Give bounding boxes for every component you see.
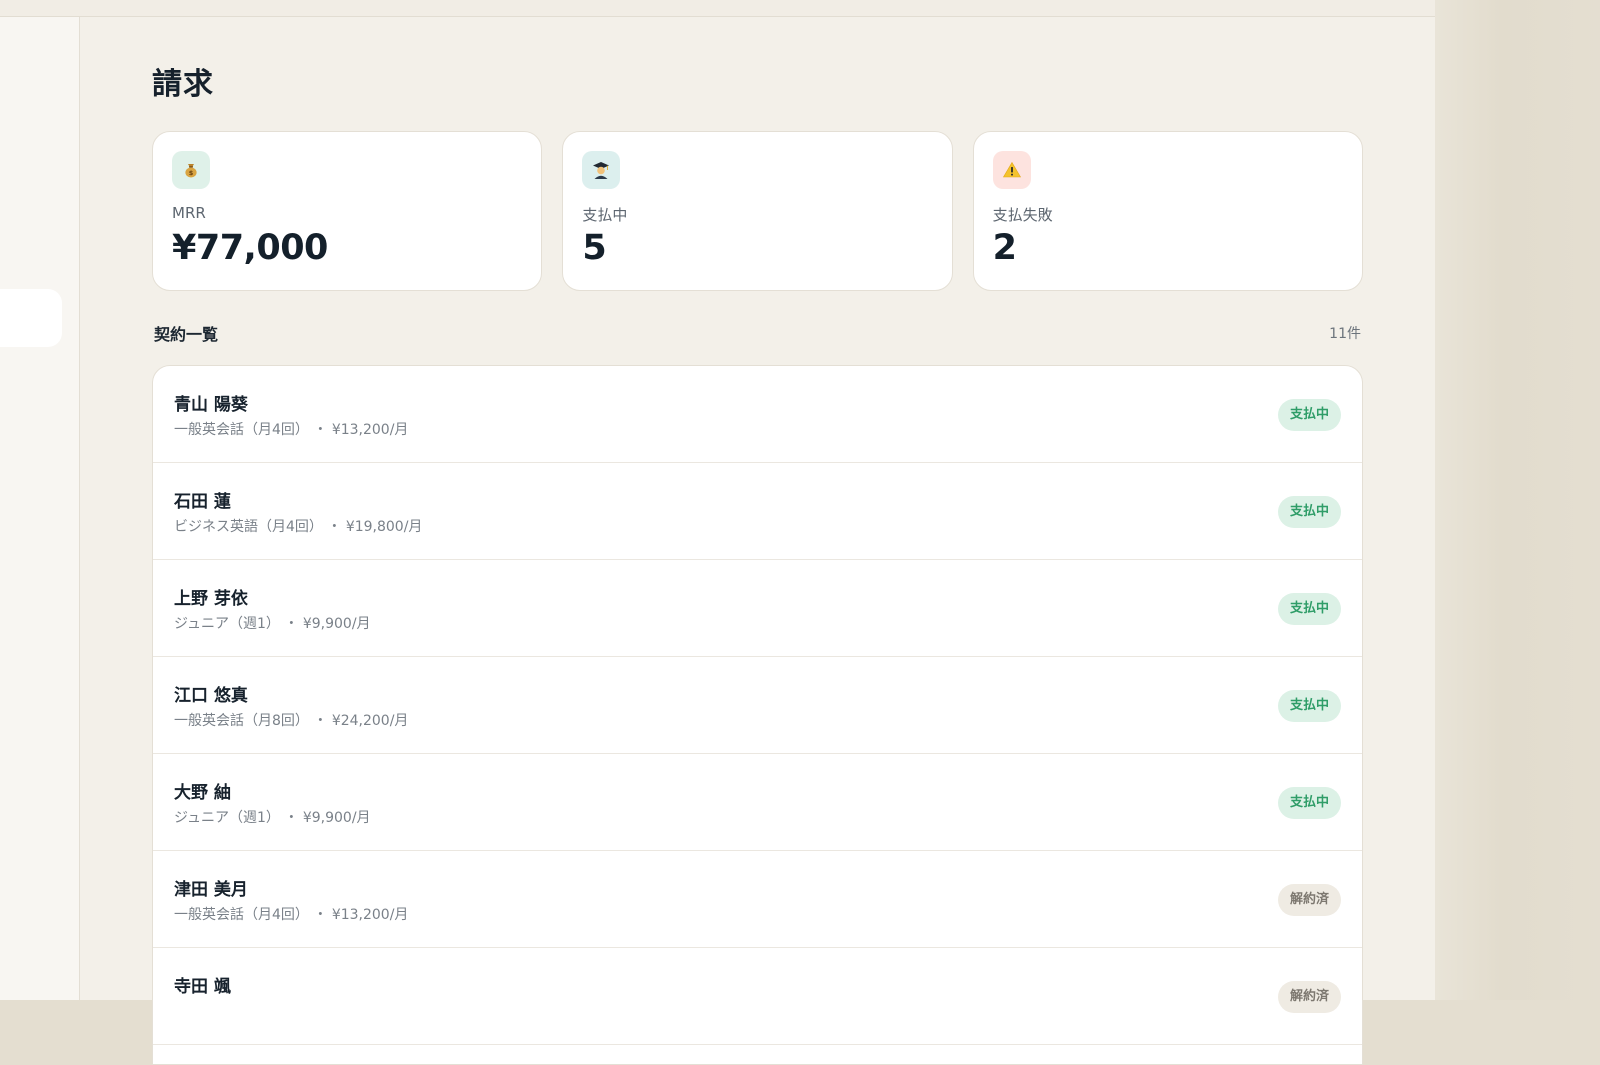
plan-name: ビジネス英語（月4回） (174, 519, 323, 535)
student-name: 津田 美月 (174, 880, 248, 900)
app-window: 請求 $ MRR ¥77,000 支払中 5 支払失敗 2 契約一覧 11件 青… (0, 0, 1435, 1065)
stat-card-failed: 支払失敗 2 (972, 131, 1363, 291)
status-badge: 解約済 (1277, 981, 1341, 1013)
stat-value: ¥77,000 (172, 228, 328, 268)
contract-row[interactable]: 青山 陽葵 一般英会話（月4回） ・ ¥13,200/月 支払中 (153, 366, 1362, 463)
status-badge: 支払中 (1277, 690, 1341, 722)
plan-detail: ジュニア（週1） ・ ¥9,900/月 (174, 807, 371, 827)
contract-row[interactable]: 津田 美月 一般英会話（月4回） ・ ¥13,200/月 解約済 (153, 851, 1362, 948)
plan-price: ・ ¥9,900/月 (284, 810, 371, 826)
plan-detail: 一般英会話（月4回） ・ ¥13,200/月 (174, 419, 408, 439)
contract-row[interactable]: 江口 悠真 一般英会話（月8回） ・ ¥24,200/月 支払中 (153, 657, 1362, 754)
sidebar-item-active[interactable] (0, 289, 62, 347)
main-content: 請求 $ MRR ¥77,000 支払中 5 支払失敗 2 契約一覧 11件 青… (152, 17, 1363, 1065)
stat-card-active: 支払中 5 (562, 131, 953, 291)
contract-row[interactable]: 石田 蓮 ビジネス英語（月4回） ・ ¥19,800/月 支払中 (153, 463, 1362, 560)
top-bar (0, 0, 1435, 17)
status-badge: 解約済 (1277, 884, 1341, 916)
status-badge: 支払中 (1277, 593, 1341, 625)
plan-detail: ジュニア（週1） ・ ¥9,900/月 (174, 613, 371, 633)
money-bag-icon: $ (172, 151, 210, 189)
window-backdrop (1435, 0, 1600, 1000)
plan-name: ジュニア（週1） (174, 616, 280, 632)
warning-icon (992, 151, 1031, 189)
svg-text:$: $ (189, 169, 194, 177)
student-name: 寺田 颯 (174, 977, 231, 997)
contract-list: 青山 陽葵 一般英会話（月4回） ・ ¥13,200/月 支払中 石田 蓮 ビジ… (152, 365, 1363, 1065)
contracts-header: 契約一覧 11件 (152, 321, 1363, 345)
status-badge: 支払中 (1277, 399, 1341, 431)
student-name: 石田 蓮 (174, 492, 231, 512)
contract-row[interactable]: 上野 芽依 ジュニア（週1） ・ ¥9,900/月 支払中 (153, 560, 1362, 657)
student-icon (582, 151, 621, 189)
student-name: 江口 悠真 (174, 686, 248, 706)
status-badge: 支払中 (1277, 787, 1341, 819)
student-name: 大野 紬 (174, 783, 231, 803)
contract-count: 11件 (1329, 326, 1361, 342)
plan-price: ・ ¥19,800/月 (327, 519, 423, 535)
plan-detail: ビジネス英語（月4回） ・ ¥19,800/月 (174, 516, 422, 536)
plan-detail: 一般英会話（月8回） ・ ¥24,200/月 (174, 710, 408, 730)
plan-price: ・ ¥9,900/月 (284, 616, 371, 632)
plan-name: 一般英会話（月8回） (174, 713, 309, 729)
stat-label: 支払失敗 (992, 206, 1053, 224)
status-badge: 支払中 (1277, 496, 1341, 528)
contract-row[interactable]: 寺田 颯 解約済 (153, 948, 1362, 1045)
student-name: 青山 陽葵 (174, 395, 248, 415)
stat-value: 2 (992, 228, 1017, 268)
plan-price: ・ ¥13,200/月 (313, 422, 409, 438)
sidebar (0, 17, 80, 1000)
stat-label: 支払中 (582, 206, 628, 224)
page-title: 請求 (152, 67, 214, 102)
stats-row: $ MRR ¥77,000 支払中 5 支払失敗 2 (152, 131, 1363, 291)
student-name: 上野 芽依 (174, 589, 248, 609)
plan-name: 一般英会話（月4回） (174, 907, 309, 923)
plan-detail: 一般英会話（月4回） ・ ¥13,200/月 (174, 904, 408, 924)
stat-card-mrr: $ MRR ¥77,000 (152, 131, 543, 291)
plan-name: ジュニア（週1） (174, 810, 280, 826)
plan-price: ・ ¥13,200/月 (313, 907, 409, 923)
stat-label: MRR (172, 204, 206, 222)
section-title: 契約一覧 (154, 325, 219, 344)
stat-value: 5 (582, 228, 607, 268)
plan-price: ・ ¥24,200/月 (313, 713, 409, 729)
contract-row[interactable]: 大野 紬 ジュニア（週1） ・ ¥9,900/月 支払中 (153, 754, 1362, 851)
plan-name: 一般英会話（月4回） (174, 422, 309, 438)
